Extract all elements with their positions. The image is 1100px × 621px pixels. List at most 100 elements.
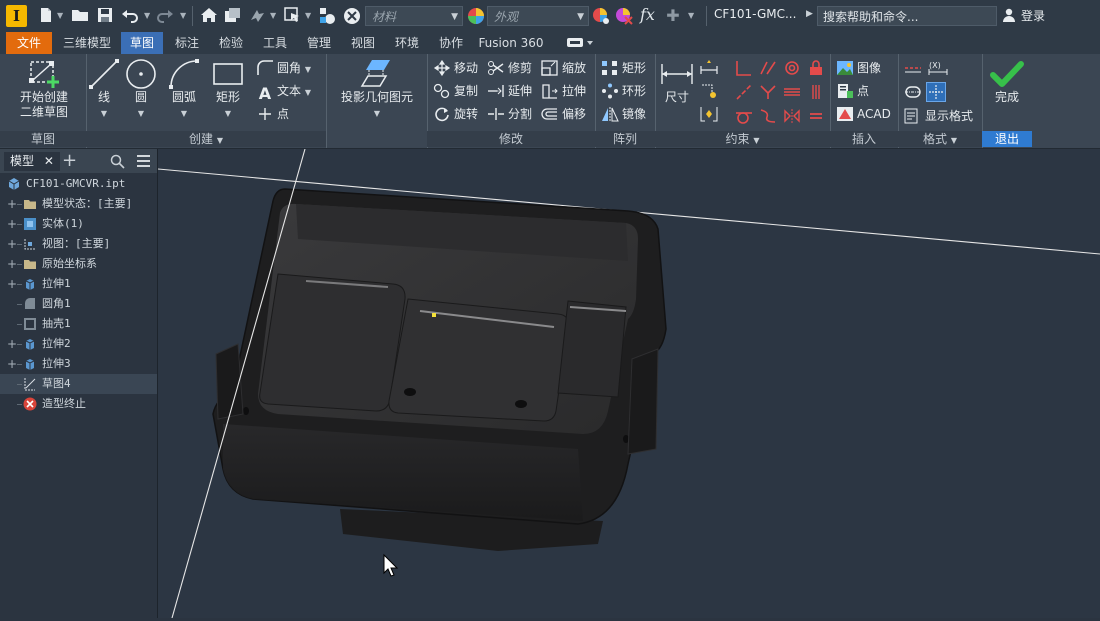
perpendicular-constraint-icon[interactable] xyxy=(735,60,753,79)
symmetric-constraint-icon[interactable] xyxy=(783,108,801,127)
sketch-point-marker[interactable] xyxy=(432,313,436,317)
rotate-button[interactable]: 旋转 xyxy=(433,104,478,124)
customize-qat-icon[interactable]: ▼ xyxy=(688,10,696,22)
home-icon[interactable] xyxy=(200,7,218,25)
model-canvas[interactable] xyxy=(157,148,1100,619)
tree-item[interactable]: 造型终止 xyxy=(0,394,157,414)
tab-manage[interactable]: 管理 xyxy=(299,32,339,54)
inventor-logo-button[interactable]: I xyxy=(6,5,27,27)
smooth-constraint-icon[interactable] xyxy=(759,108,777,127)
clear-override-icon[interactable] xyxy=(343,7,361,25)
expand-toggle-icon[interactable]: + xyxy=(7,254,17,274)
acad-import-button[interactable]: ACAD xyxy=(836,104,891,124)
parameters-button[interactable]: fx xyxy=(640,5,655,24)
undo-icon[interactable] xyxy=(121,7,139,25)
tab-fusion-360[interactable]: Fusion 360 xyxy=(476,32,546,54)
text-button[interactable]: A 文本 ▼ xyxy=(256,81,311,102)
tab-annotate[interactable]: 标注 xyxy=(167,32,207,54)
tab-file[interactable]: 文件 xyxy=(6,32,52,54)
browser-tab-model[interactable]: 模型 ✕ xyxy=(4,152,60,171)
arc-button[interactable]: 圆弧 ▼ xyxy=(166,58,202,121)
sign-in-link[interactable]: 登录 xyxy=(1021,7,1045,24)
add-icon[interactable]: ✚ xyxy=(664,7,682,25)
project-geometry-button[interactable]: 投影几何图元 ▼ xyxy=(334,58,420,121)
clear-appearance-icon[interactable] xyxy=(615,7,633,25)
parallel-constraint-icon[interactable] xyxy=(759,60,777,79)
tree-item[interactable]: + 视图：[主要] xyxy=(0,234,157,254)
fix-constraint-icon[interactable] xyxy=(807,60,825,79)
finish-sketch-button[interactable]: 完成 xyxy=(986,58,1028,105)
expand-toggle-icon[interactable]: + xyxy=(7,194,17,214)
tree-item[interactable]: + 原始坐标系 xyxy=(0,254,157,274)
tree-item[interactable]: + 拉伸2 xyxy=(0,334,157,354)
circle-button[interactable]: 圆 ▼ xyxy=(124,58,158,121)
tab-view[interactable]: 视图 xyxy=(343,32,383,54)
extend-button[interactable]: 延伸 xyxy=(487,81,532,101)
expand-toggle-icon[interactable]: + xyxy=(7,334,17,354)
search-icon[interactable] xyxy=(110,154,125,172)
update-dropdown-icon[interactable]: ▼ xyxy=(270,10,278,22)
stretch-button[interactable]: 拉伸 xyxy=(541,81,586,101)
expand-toggle-icon[interactable]: + xyxy=(7,354,17,374)
appearance-combo[interactable]: 外观 ▼ xyxy=(487,6,589,26)
tree-item[interactable]: 圆角1 xyxy=(0,294,157,314)
insert-image-button[interactable]: 图像 xyxy=(836,58,881,78)
rectangle-button[interactable]: 矩形 ▼ xyxy=(210,58,246,121)
copy-button[interactable]: 复制 xyxy=(433,81,478,101)
help-search-input[interactable]: 搜索帮助和命令... xyxy=(817,6,997,26)
tab-environments[interactable]: 环境 xyxy=(387,32,427,54)
vertical-constraint-icon[interactable] xyxy=(807,84,825,103)
update-icon[interactable] xyxy=(248,7,266,25)
expand-toggle-icon[interactable]: + xyxy=(7,234,17,254)
tree-item[interactable]: 抽壳1 xyxy=(0,314,157,334)
line-button[interactable]: 线 ▼ xyxy=(88,58,120,121)
trim-button[interactable]: 修剪 xyxy=(487,58,532,78)
redo-icon[interactable] xyxy=(156,7,174,25)
show-format-button[interactable]: 显示格式 xyxy=(904,106,973,126)
tree-item[interactable]: + 实体(1) xyxy=(0,214,157,234)
offset-button[interactable]: 偏移 xyxy=(541,104,586,124)
appearance-icon[interactable] xyxy=(467,7,485,25)
select-dropdown-icon[interactable]: ▼ xyxy=(305,10,313,22)
hamburger-menu-icon[interactable] xyxy=(136,154,151,171)
rectangular-pattern-button[interactable]: 矩形 xyxy=(601,58,646,78)
material-combo[interactable]: 材料 ▼ xyxy=(365,6,463,26)
expand-toggle-icon[interactable]: + xyxy=(7,214,17,234)
adjust-appearance-icon[interactable] xyxy=(592,7,610,25)
constrain-group-label[interactable]: 约束 ▼ xyxy=(655,131,830,147)
horizontal-constraint-icon[interactable] xyxy=(783,84,801,103)
dimension-button[interactable]: 尺寸 xyxy=(659,58,695,105)
format-group-label[interactable]: 格式 ▼ xyxy=(898,131,982,147)
concentric-constraint-icon[interactable] xyxy=(783,60,801,79)
tree-root-part[interactable]: CF101-GMCVR.ipt xyxy=(0,174,157,194)
close-tab-icon[interactable]: ✕ xyxy=(44,154,54,168)
centerline-icon[interactable] xyxy=(904,84,922,103)
relax-mode-icon[interactable] xyxy=(699,105,719,126)
graphics-viewport[interactable] xyxy=(157,148,1100,619)
tab-inspect[interactable]: 检验 xyxy=(211,32,251,54)
collinear-constraint-icon[interactable] xyxy=(735,84,753,103)
open-file-icon[interactable] xyxy=(71,7,89,25)
ribbon-display-options-icon[interactable] xyxy=(566,36,594,53)
show-constraints-icon[interactable] xyxy=(699,82,719,103)
new-file-icon[interactable] xyxy=(37,7,55,25)
scale-button[interactable]: 缩放 xyxy=(541,58,586,78)
tree-item[interactable]: + 拉伸1 xyxy=(0,274,157,294)
center-point-icon[interactable] xyxy=(926,82,946,102)
construction-icon[interactable] xyxy=(904,60,922,79)
circular-pattern-button[interactable]: 环形 xyxy=(601,81,646,101)
auto-dimension-icon[interactable] xyxy=(699,58,719,79)
coincident-constraint-icon[interactable] xyxy=(759,84,777,103)
expand-title-icon[interactable]: ▶ xyxy=(806,9,813,19)
equal-constraint-icon[interactable] xyxy=(807,108,825,127)
add-browser-tab-icon[interactable]: + xyxy=(62,150,77,171)
start-2d-sketch-button[interactable]: 开始创建 二维草图 xyxy=(6,58,82,120)
user-icon[interactable] xyxy=(1002,8,1016,25)
new-file-dropdown-icon[interactable]: ▼ xyxy=(57,10,65,22)
split-button[interactable]: 分割 xyxy=(487,104,532,124)
tree-item[interactable]: + 拉伸3 xyxy=(0,354,157,374)
tangent-constraint-icon[interactable] xyxy=(735,108,753,127)
create-group-label[interactable]: 创建 ▼ xyxy=(86,131,326,147)
expand-toggle-icon[interactable]: + xyxy=(7,274,17,294)
import-points-button[interactable]: 点 xyxy=(836,81,869,101)
